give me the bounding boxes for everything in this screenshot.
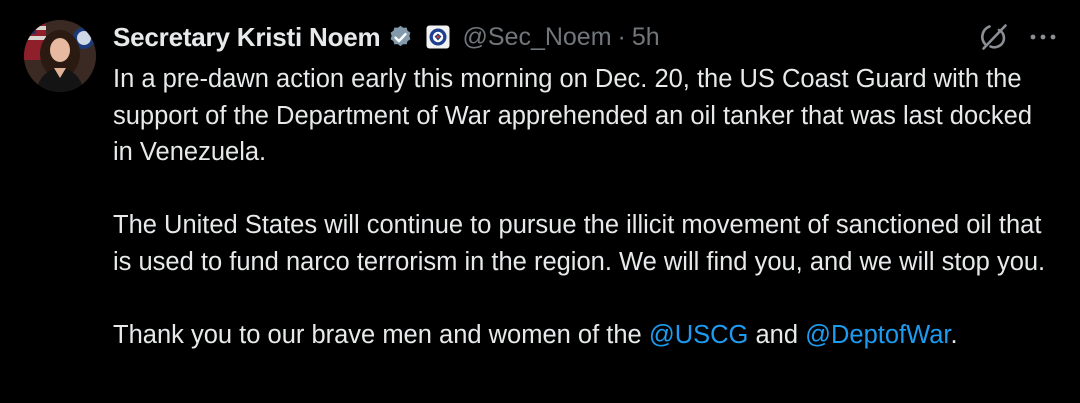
tweet-header: Secretary Kristi Noem @Sec_Noem · 5h: [113, 18, 660, 56]
timestamp[interactable]: 5h: [632, 23, 660, 52]
more-icon[interactable]: [1028, 24, 1058, 50]
paragraph-3-suffix: .: [950, 320, 958, 349]
separator-dot: ·: [617, 22, 626, 51]
dhs-seal-icon[interactable]: [426, 25, 450, 49]
verified-badge-icon: [387, 24, 414, 51]
paragraph-3-prefix: Thank you to our brave men and women of …: [113, 320, 649, 349]
grok-icon[interactable]: [979, 22, 1009, 52]
tweet[interactable]: Secretary Kristi Noem @Sec_Noem · 5h In …: [0, 0, 1080, 403]
tweet-paragraph-1: In a pre-dawn action early this morning …: [113, 65, 1033, 166]
paragraph-3-middle: and: [748, 320, 806, 349]
tweet-paragraph-3: Thank you to our brave men and women of …: [113, 317, 1058, 354]
display-name[interactable]: Secretary Kristi Noem: [113, 22, 381, 53]
tweet-text: In a pre-dawn action early this morning …: [113, 61, 1058, 353]
handle[interactable]: @Sec_Noem: [462, 23, 611, 52]
avatar-image: [24, 20, 96, 92]
avatar[interactable]: [24, 20, 96, 92]
tweet-paragraph-2: The United States will continue to pursu…: [113, 211, 1046, 276]
mention-uscg-link[interactable]: @USCG: [649, 321, 749, 349]
mention-deptofwar-link[interactable]: @DeptofWar: [805, 321, 950, 349]
